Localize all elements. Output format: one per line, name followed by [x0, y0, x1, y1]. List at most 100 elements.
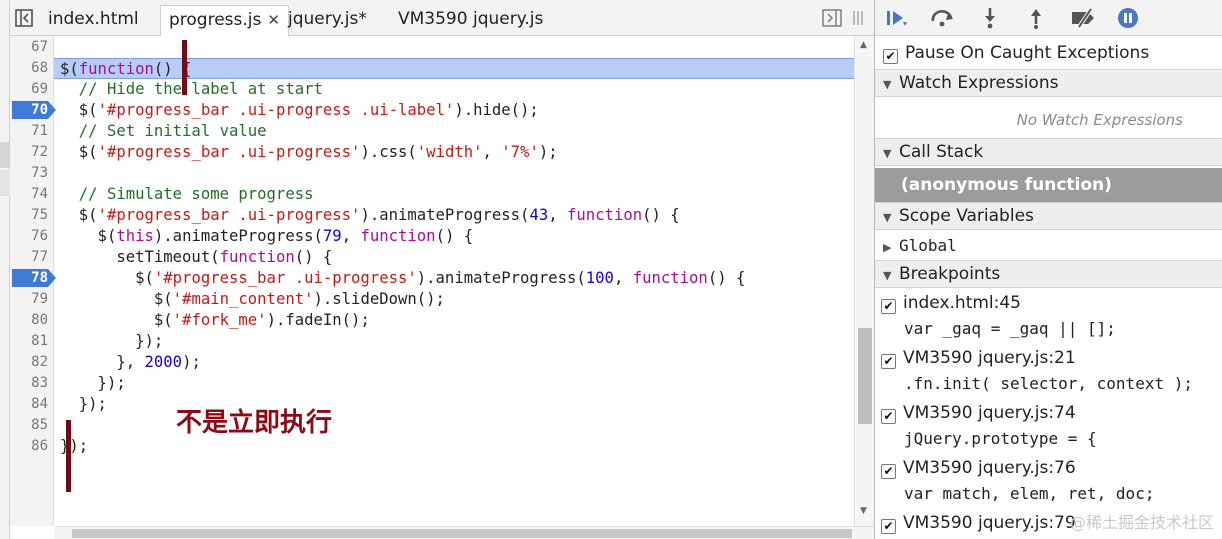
- scrollbar-thumb[interactable]: [72, 529, 852, 538]
- watch-expressions-header[interactable]: ▼ Watch Expressions: [875, 69, 1222, 97]
- code-line[interactable]: $('#fork_me').fadeIn();: [54, 310, 370, 331]
- code-line[interactable]: $('#main_content').slideDown();: [54, 289, 445, 310]
- line-number-gutter[interactable]: 67 68 69 70 71 72 73 74 75 76 77 78 79 80 81 82 83 84 85 86: [10, 36, 56, 526]
- code-token: );: [538, 143, 558, 161]
- breakpoint-checkbox[interactable]: ✔: [881, 354, 896, 369]
- code-line[interactable]: [54, 163, 60, 184]
- breakpoint-item[interactable]: ✔ index.html:45: [875, 290, 1222, 316]
- tab[interactable]: VM3590 jquery.js: [390, 5, 551, 36]
- code-token: $(: [60, 143, 98, 161]
- line-number[interactable]: 71: [10, 121, 54, 142]
- editor-horizontal-scrollbar[interactable]: [54, 526, 874, 539]
- code-line[interactable]: });: [54, 436, 88, 457]
- annotation-marker: [66, 420, 71, 492]
- line-number[interactable]: 70: [10, 100, 54, 121]
- code-line[interactable]: });: [54, 373, 126, 394]
- line-number[interactable]: 76: [10, 226, 54, 247]
- code-line[interactable]: $('#progress_bar .ui-progress').css('wid…: [54, 142, 558, 163]
- watch-expressions-title: Watch Expressions: [899, 73, 1059, 93]
- line-number[interactable]: 68: [10, 58, 54, 79]
- scrollbar-thumb[interactable]: [858, 328, 872, 424]
- editor-vertical-scrollbar[interactable]: ▲ ▼: [854, 36, 874, 526]
- line-number[interactable]: 79: [10, 289, 54, 310]
- code-token: () {: [642, 206, 680, 224]
- code-line[interactable]: // Simulate some progress: [54, 184, 314, 205]
- pause-on-caught-checkbox[interactable]: ✔: [883, 49, 898, 64]
- line-number[interactable]: 84: [10, 394, 54, 415]
- line-number[interactable]: 81: [10, 331, 54, 352]
- call-stack-header[interactable]: ▼ Call Stack: [875, 138, 1222, 166]
- code-token: 'width': [416, 143, 483, 161]
- code-line[interactable]: // Set initial value: [54, 121, 267, 142]
- call-stack-frame[interactable]: (anonymous function): [875, 168, 1222, 202]
- toggle-debugger-icon[interactable]: [822, 8, 842, 28]
- breakpoint-item[interactable]: ✔ VM3590 jquery.js:74: [875, 400, 1222, 426]
- code-line[interactable]: $('#progress_bar .ui-progress .ui-label'…: [54, 100, 539, 121]
- pause-on-exceptions-icon[interactable]: [1115, 6, 1141, 30]
- scroll-up-icon[interactable]: ▲: [860, 40, 867, 50]
- code-line[interactable]: $('#progress_bar .ui-progress').animateP…: [54, 205, 680, 226]
- current-execution-line[interactable]: $(function() {: [54, 58, 854, 79]
- code-token: ).animateProgress(: [416, 269, 586, 287]
- code-token: 43: [529, 206, 549, 224]
- scroll-down-icon[interactable]: ▼: [860, 506, 867, 516]
- breakpoint-location: VM3590 jquery.js:76: [903, 458, 1076, 478]
- line-number[interactable]: 82: [10, 352, 54, 373]
- code-token: $(: [60, 60, 79, 78]
- code-token: );: [182, 353, 201, 371]
- code-line[interactable]: [54, 415, 60, 436]
- breakpoint-item[interactable]: ✔ VM3590 jquery.js:21: [875, 345, 1222, 371]
- tab[interactable]: progress.js ✕: [160, 5, 289, 36]
- breakpoint-item[interactable]: ✔ VM3590 jquery.js:76: [875, 455, 1222, 481]
- breakpoint-checkbox[interactable]: ✔: [881, 464, 896, 479]
- step-out-icon[interactable]: [1023, 6, 1049, 30]
- line-number[interactable]: 74: [10, 184, 54, 205]
- line-number[interactable]: 86: [10, 436, 54, 457]
- breakpoint-checkbox[interactable]: ✔: [881, 409, 896, 424]
- tab[interactable]: index.html: [40, 5, 147, 36]
- code-editor[interactable]: $(function() { // Hide the label at star…: [54, 36, 854, 526]
- pause-on-caught-exceptions-row[interactable]: ✔ Pause On Caught Exceptions: [875, 40, 1222, 66]
- line-number[interactable]: 75: [10, 205, 54, 226]
- code-line[interactable]: $(this).animateProgress(79, function() {: [54, 226, 474, 247]
- tab[interactable]: jquery.js*: [280, 5, 375, 36]
- step-over-icon[interactable]: [929, 6, 955, 30]
- line-number[interactable]: 83: [10, 373, 54, 394]
- step-into-icon[interactable]: [977, 6, 1003, 30]
- scope-global-item[interactable]: ▶ Global: [875, 233, 1222, 259]
- code-line[interactable]: setTimeout(function() {: [54, 247, 332, 268]
- code-line[interactable]: [54, 37, 60, 58]
- line-number[interactable]: 72: [10, 142, 54, 163]
- expand-triangle-icon: ▶: [883, 241, 892, 254]
- deactivate-breakpoints-icon[interactable]: [1069, 6, 1099, 30]
- code-token: $(: [60, 227, 117, 245]
- pane-resize-handle-icon[interactable]: [848, 8, 868, 28]
- scope-variables-header[interactable]: ▼ Scope Variables: [875, 202, 1222, 230]
- left-panel-selection: [0, 142, 10, 168]
- code-token: ).animateProgress(: [360, 206, 530, 224]
- code-token: ).fadeIn();: [266, 311, 370, 329]
- debugger-sidebar: ✔ Pause On Caught Exceptions ▼ Watch Expre…: [874, 0, 1222, 539]
- close-tab-icon[interactable]: ✕: [267, 11, 280, 29]
- breakpoints-header[interactable]: ▼ Breakpoints: [875, 260, 1222, 288]
- code-line[interactable]: // Hide the label at start: [54, 79, 323, 100]
- code-line[interactable]: });: [54, 394, 107, 415]
- line-number[interactable]: 67: [10, 37, 54, 58]
- line-number[interactable]: 80: [10, 310, 54, 331]
- pause-on-caught-label: Pause On Caught Exceptions: [905, 43, 1150, 63]
- breakpoint-checkbox[interactable]: ✔: [881, 299, 896, 314]
- resume-icon[interactable]: [883, 6, 909, 30]
- breakpoint-location: VM3590 jquery.js:21: [903, 348, 1076, 368]
- code-line[interactable]: }, 2000);: [54, 352, 201, 373]
- toggle-navigator-icon[interactable]: [14, 8, 34, 28]
- left-panel-edge: [0, 0, 10, 539]
- line-number[interactable]: 78: [10, 268, 54, 289]
- line-number[interactable]: 85: [10, 415, 54, 436]
- line-number[interactable]: 77: [10, 247, 54, 268]
- code-line[interactable]: $('#progress_bar .ui-progress').animateP…: [54, 268, 745, 289]
- code-token: () {: [294, 248, 333, 266]
- line-number[interactable]: 69: [10, 79, 54, 100]
- code-line[interactable]: });: [54, 331, 163, 352]
- breakpoint-checkbox[interactable]: ✔: [881, 519, 896, 534]
- line-number[interactable]: 73: [10, 163, 54, 184]
